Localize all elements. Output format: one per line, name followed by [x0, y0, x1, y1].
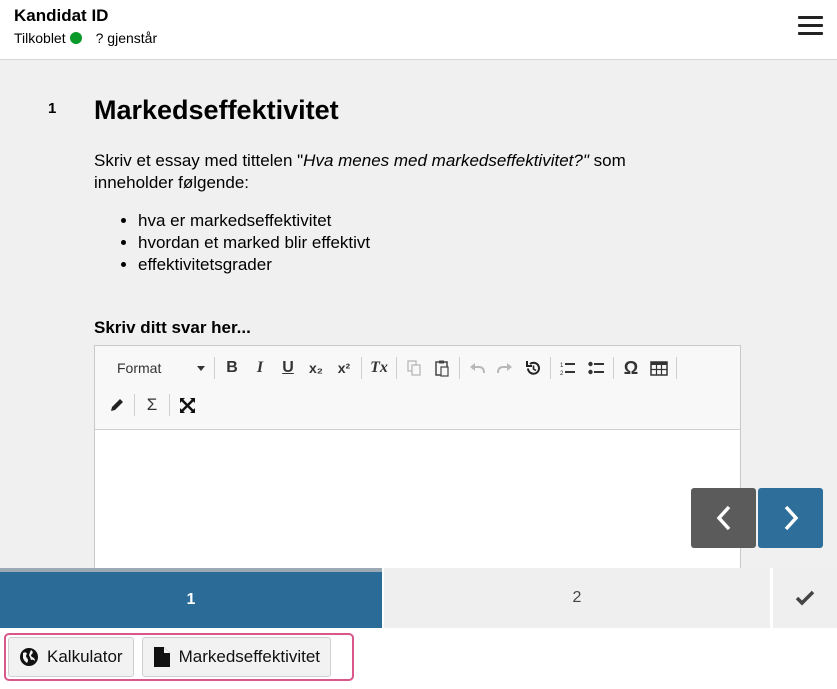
connection-status: Tilkoblet ? gjenstår	[14, 30, 157, 46]
toolbar-row: Format B I U x₂ x² Tx 1 2 Ω	[103, 354, 680, 382]
question-content: 1 Markedseffektivitet Skriv et essay med…	[0, 60, 837, 568]
question-tab-2[interactable]: 2	[384, 568, 770, 628]
divider	[361, 357, 362, 379]
divider	[676, 357, 677, 379]
divider	[459, 357, 460, 379]
chevron-down-icon	[197, 365, 205, 371]
bold-icon[interactable]: B	[218, 354, 246, 382]
divider	[550, 357, 551, 379]
hamburger-icon[interactable]	[798, 16, 823, 38]
italic-icon[interactable]: I	[246, 354, 274, 382]
divider	[169, 394, 170, 416]
document-button[interactable]: Markedseffektivitet	[141, 637, 332, 677]
document-icon	[153, 647, 170, 667]
divider	[613, 357, 614, 379]
candidate-id: Kandidat ID	[14, 6, 109, 25]
submit-check-button[interactable]	[773, 568, 837, 628]
remove-format-icon[interactable]: Tx	[365, 354, 393, 382]
intro-prefix: Skriv et essay med tittelen "	[94, 151, 304, 170]
list-item: hva er markedseffektivitet	[138, 210, 370, 232]
list-item: hvordan et marked blir effektivt	[138, 232, 370, 254]
table-icon[interactable]	[645, 354, 673, 382]
next-question-button[interactable]	[758, 488, 823, 548]
answer-label: Skriv ditt svar her...	[94, 318, 251, 337]
divider	[214, 357, 215, 379]
sigma-icon[interactable]: Σ	[138, 391, 166, 419]
paste-icon[interactable]	[428, 354, 456, 382]
status-label: Tilkoblet	[14, 30, 66, 46]
resource-bar: Kalkulator Markedseffektivitet	[4, 633, 354, 681]
special-char-icon[interactable]: Ω	[617, 354, 645, 382]
undo-icon[interactable]	[463, 354, 491, 382]
svg-text:1: 1	[560, 363, 564, 369]
subscript-icon[interactable]: x₂	[302, 354, 330, 382]
question-number: 1	[48, 100, 57, 117]
calculator-label: Kalkulator	[47, 647, 123, 666]
calculator-button[interactable]: Kalkulator	[8, 637, 134, 677]
underline-icon[interactable]: U	[274, 354, 302, 382]
history-icon[interactable]	[519, 354, 547, 382]
divider	[134, 394, 135, 416]
exam-app: Kandidat ID Tilkoblet ? gjenstår 1 Marke…	[0, 0, 837, 689]
pencil-icon[interactable]	[103, 391, 131, 419]
header: Kandidat ID Tilkoblet ? gjenstår	[0, 0, 837, 60]
divider	[396, 357, 397, 379]
previous-question-button[interactable]	[691, 488, 756, 548]
globe-icon	[20, 648, 38, 666]
document-label: Markedseffektivitet	[178, 647, 321, 666]
numbered-list-icon[interactable]: 12	[554, 354, 582, 382]
intro-essay-title: Hva menes med markedseffektivitet?"	[303, 151, 589, 170]
toolbar-row: Σ	[103, 391, 201, 419]
bullet-list-icon[interactable]	[582, 354, 610, 382]
chevron-left-icon	[716, 505, 730, 531]
checkmark-icon	[795, 590, 815, 606]
fullscreen-icon[interactable]	[173, 391, 201, 419]
format-label: Format	[117, 360, 162, 376]
rich-text-editor: Format B I U x₂ x² Tx 1 2 Ω Σ	[94, 345, 741, 568]
format-dropdown[interactable]: Format	[103, 354, 211, 382]
time-remaining: ? gjenstår	[95, 30, 158, 46]
question-intro: Skriv et essay med tittelen "Hva menes m…	[94, 150, 694, 194]
question-tabs: 1 2	[0, 568, 837, 628]
copy-icon[interactable]	[400, 354, 428, 382]
chevron-right-icon	[784, 505, 798, 531]
svg-text:2: 2	[560, 371, 564, 376]
list-item: effektivitetsgrader	[138, 254, 370, 276]
status-dot-icon	[69, 32, 82, 44]
requirement-list: hva er markedseffektivitet hvordan et ma…	[138, 210, 370, 276]
question-title: Markedseffektivitet	[94, 95, 339, 125]
redo-icon[interactable]	[491, 354, 519, 382]
superscript-icon[interactable]: x²	[330, 354, 358, 382]
editor-toolbar: Format B I U x₂ x² Tx 1 2 Ω Σ	[95, 346, 740, 430]
question-tab-1[interactable]: 1	[0, 568, 382, 628]
